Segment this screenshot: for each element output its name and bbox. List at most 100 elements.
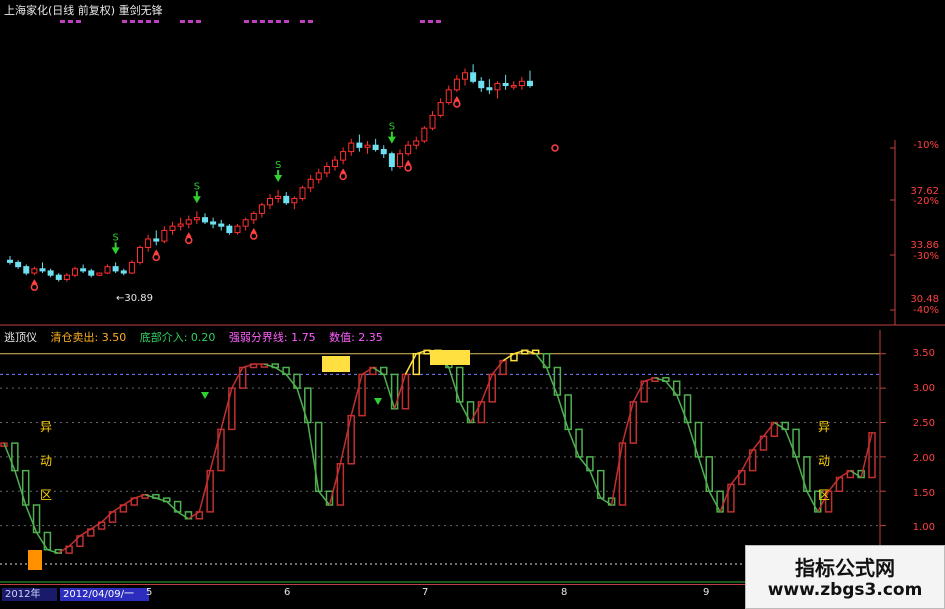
year-tab[interactable]: 2012年: [2, 588, 57, 601]
sell-arrow-icon: [201, 392, 209, 399]
oscillator-segment: [556, 394, 569, 430]
candle-body: [502, 82, 509, 87]
oscillator-segment: [372, 366, 385, 376]
oscillator-segment: [806, 490, 819, 513]
price-axis-label: -20%: [913, 196, 939, 207]
buy-level-label: 底部介入: 0.20: [139, 331, 216, 344]
candle-body: [128, 261, 135, 274]
candle-body: [332, 159, 338, 168]
oscillator-segment: [112, 504, 124, 513]
sell-signal-letter: S: [112, 232, 118, 243]
candle-body: [445, 89, 452, 104]
candle-body: [527, 80, 533, 87]
candle-body: [104, 266, 111, 274]
candle-body: [202, 217, 208, 223]
status-mark: [260, 20, 265, 23]
zone-char-left: 区: [40, 488, 53, 502]
candle-body: [478, 80, 485, 89]
candle-body: [453, 78, 460, 91]
oscillator-segment: [545, 367, 559, 396]
current-date-tab[interactable]: 2012/04/09/一: [60, 588, 149, 601]
oscillator-segment: [600, 497, 613, 506]
oscillator-segment: [35, 532, 49, 551]
candle-body: [405, 144, 412, 155]
oscillator-segment: [274, 366, 287, 376]
indicator-axis-label: 3.00: [912, 383, 935, 394]
oscillator-segment: [567, 429, 580, 458]
status-mark: [436, 20, 441, 23]
buy-arrow-icon: [153, 249, 160, 255]
buy-marker-icon: [250, 232, 258, 240]
status-mark: [252, 20, 257, 23]
oscillator-segment: [719, 484, 732, 513]
status-mark: [300, 20, 305, 23]
zone-char-right: 动: [818, 454, 831, 468]
price-axis-label: 30.48: [910, 294, 939, 305]
zone-char-right: 异: [818, 420, 831, 434]
oscillator-segment: [350, 374, 363, 416]
oscillator-segment: [469, 401, 483, 423]
zone-char-right: 区: [818, 488, 831, 502]
zone-char-left: 动: [40, 454, 53, 468]
status-mark: [244, 20, 249, 23]
candle-body: [72, 268, 78, 276]
oscillator-segment: [318, 490, 331, 506]
oscillator-segment: [676, 394, 689, 423]
candle-body: [283, 195, 290, 204]
candle-body: [397, 153, 403, 168]
oscillator-segment: [209, 429, 222, 471]
candle-body: [161, 229, 168, 242]
sell-arrow-icon: [111, 247, 120, 255]
status-mark: [420, 20, 425, 23]
buy-marker-icon: [339, 172, 347, 181]
status-mark: [68, 20, 73, 23]
oscillator-segment: [285, 373, 298, 389]
candle-body: [112, 266, 119, 272]
month-tick: 8: [561, 587, 568, 598]
indicator-axis-label: 2.50: [912, 418, 935, 429]
candle-body: [39, 268, 46, 272]
status-mark: [180, 20, 185, 23]
candle-body: [55, 274, 62, 280]
oscillator-segment: [610, 442, 624, 506]
candle-body: [462, 72, 468, 80]
month-tick: 7: [422, 587, 429, 598]
buy-marker-icon: [551, 144, 559, 152]
oscillator-segment: [79, 528, 92, 537]
sell-arrow-icon: [387, 136, 396, 144]
sell-arrow-icon: [274, 174, 283, 182]
oscillator-segment: [198, 470, 211, 513]
status-mark: [284, 20, 289, 23]
oscillator-segment: [14, 470, 27, 506]
oscillator-segment: [762, 422, 775, 437]
oscillator-segment: [795, 456, 808, 492]
candle-body: [291, 197, 298, 204]
price-grid: [0, 20, 945, 326]
watermark-name: 指标公式网: [795, 556, 895, 580]
oscillator-segment: [459, 401, 472, 423]
top-zone-block: [322, 356, 350, 372]
oscillator-segment: [122, 497, 135, 506]
candle-body: [120, 270, 127, 274]
oscillator-segment: [188, 511, 200, 520]
oscillator-segment: [448, 367, 461, 403]
status-mark: [196, 20, 201, 23]
price-low-annotation: ←30.89: [116, 293, 154, 304]
signal-markers: S S S S: [30, 95, 559, 291]
watermark-url: www.zbgs3.com: [767, 580, 923, 600]
sell-signal-letter: S: [389, 122, 395, 133]
candle-body: [193, 217, 200, 221]
oscillator-segment: [860, 432, 873, 478]
oscillator-segment: [166, 501, 179, 513]
oscillator-segment: [361, 366, 374, 376]
status-mark: [268, 20, 273, 23]
sell-level-label: 清仓卖出: 3.50: [50, 331, 127, 344]
oscillator-segment: [177, 511, 189, 520]
oscillator-segment: [68, 535, 81, 547]
status-mark: [60, 20, 65, 23]
status-mark: [308, 20, 313, 23]
candle-body: [88, 270, 95, 276]
oscillator-segment: [697, 456, 710, 492]
oscillator-segment: [741, 449, 754, 471]
oscillator-segment: [25, 504, 38, 533]
